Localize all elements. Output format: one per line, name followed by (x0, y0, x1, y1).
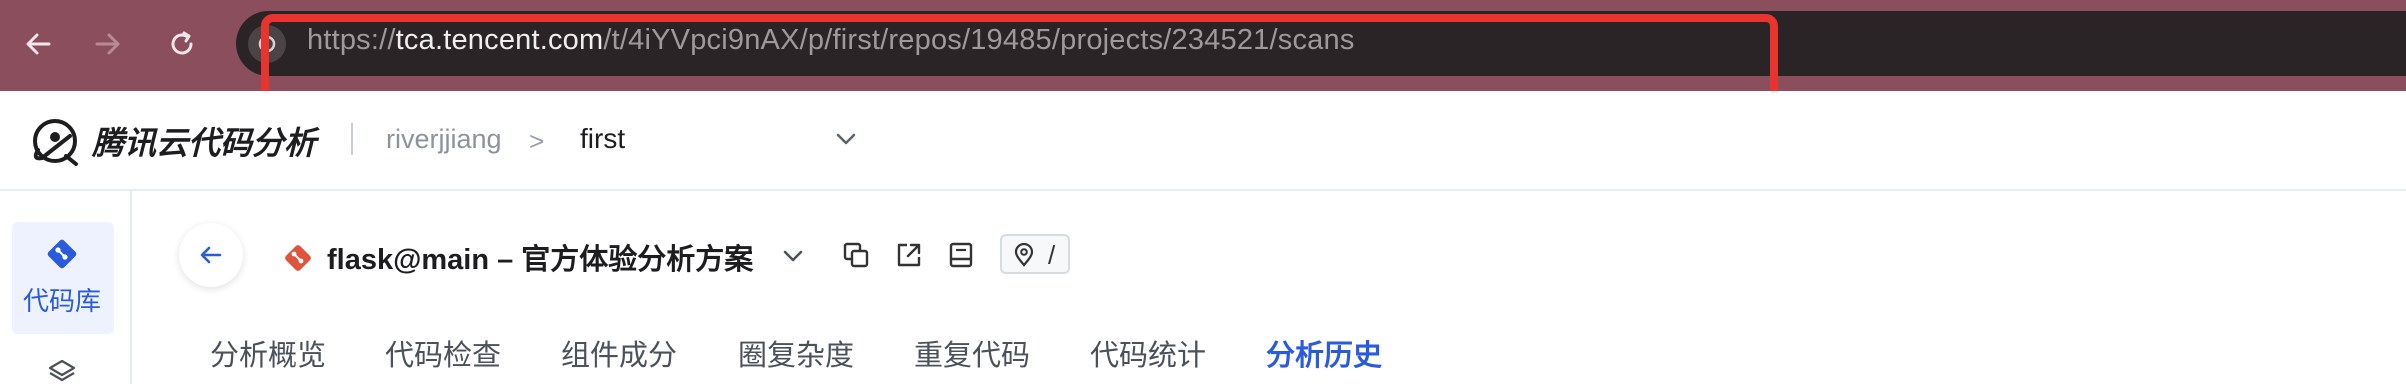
tab-overview[interactable]: 分析概览 (210, 332, 326, 374)
tab-code-stats[interactable]: 代码统计 (1090, 332, 1206, 374)
reload-icon[interactable] (160, 22, 204, 66)
tab-code-check[interactable]: 代码检查 (385, 332, 501, 374)
path-chip[interactable]: / (1000, 234, 1070, 274)
breadcrumb-repo[interactable]: first (580, 123, 625, 155)
tab-components[interactable]: 组件成分 (561, 332, 677, 374)
highlight-box (261, 14, 1778, 102)
brand-name[interactable]: 腾讯云代码分析 (92, 118, 316, 164)
back-arrow-icon[interactable] (16, 22, 60, 66)
path-value: / (1048, 240, 1056, 270)
breadcrumb-separator: > (529, 126, 545, 156)
layers-icon[interactable] (47, 358, 77, 389)
arrow-left-icon (200, 246, 222, 264)
back-button[interactable] (179, 223, 243, 287)
git-repo-icon (44, 236, 80, 277)
tab-duplicate-code[interactable]: 重复代码 (914, 332, 1030, 374)
book-icon[interactable] (946, 240, 976, 270)
copy-icon[interactable] (841, 240, 871, 270)
forward-arrow-icon[interactable] (86, 22, 130, 66)
app-header (0, 91, 2406, 191)
logo-icon[interactable] (30, 116, 82, 168)
external-link-icon[interactable] (894, 240, 924, 270)
location-pin-icon (1012, 242, 1036, 272)
chevron-down-icon[interactable] (833, 126, 859, 157)
breadcrumb-user[interactable]: riverjjiang (386, 124, 502, 155)
header-divider (351, 123, 353, 155)
chevron-down-icon[interactable] (779, 242, 807, 275)
project-title[interactable]: flask@main – 官方体验分析方案 (327, 236, 753, 278)
tab-complexity[interactable]: 圈复杂度 (738, 332, 854, 374)
git-branch-icon (282, 242, 314, 279)
sidebar-item-label: 代码库 (23, 286, 102, 316)
tab-analysis-history[interactable]: 分析历史 (1266, 332, 1382, 374)
